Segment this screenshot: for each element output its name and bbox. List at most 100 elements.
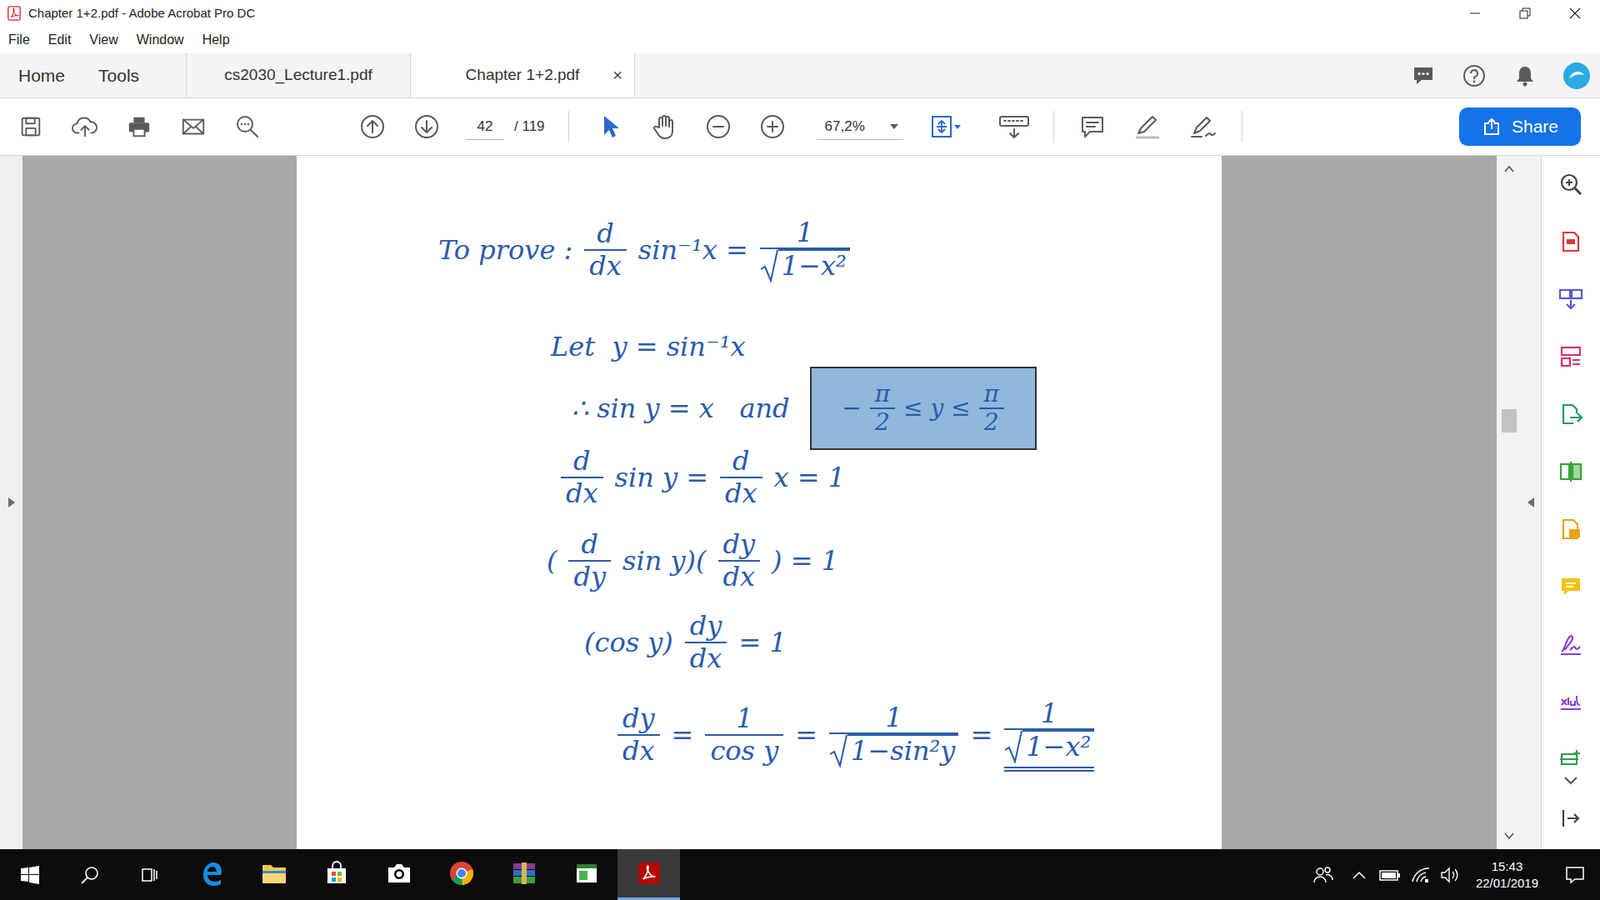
winrar-icon [510,859,539,888]
taskbar-app[interactable] [617,849,680,900]
document-tab[interactable]: Chapter 1+2.pdf× [410,53,635,98]
highlight-box[interactable]: −π2≤ y ≤π2 [810,366,1037,450]
dropdown-icon[interactable] [888,122,900,131]
windows-start-icon[interactable] [0,849,60,900]
search-icon[interactable] [60,849,120,900]
fraction: ddy [568,529,611,593]
menu-item[interactable]: View [89,30,118,50]
menu-item[interactable]: Help [202,30,230,50]
upload-icon[interactable] [70,112,100,141]
expand-icon[interactable] [6,495,17,510]
clock[interactable]: 15:4322/01/2019 [1464,858,1550,892]
save-icon[interactable] [16,112,45,141]
zoom-out-icon[interactable] [704,112,733,141]
comment-icon[interactable] [1557,573,1585,600]
fraction: ddx [720,445,763,510]
scroll-up-icon[interactable] [1503,159,1515,180]
wifi-icon[interactable] [1405,849,1436,900]
denominator-text: 2 [870,409,895,436]
taskbar: 15:4322/01/2019 [0,849,1600,900]
math-text: sin y = [615,462,710,494]
print-icon[interactable] [125,112,154,141]
zoom-icon[interactable] [1557,170,1585,197]
page-down-icon[interactable] [412,112,441,141]
fit-page-icon[interactable] [928,112,964,141]
chat-icon[interactable] [1409,61,1438,90]
page-up-icon[interactable] [358,112,387,141]
hand-tool-icon[interactable] [650,112,679,141]
nav-item[interactable]: Tools [98,62,140,90]
search-icon[interactable] [233,112,262,141]
math-text: = [795,720,818,751]
show-hidden-icon[interactable] [1344,849,1375,900]
denominator: dx [685,643,728,675]
math-text: sin y)( [622,545,706,577]
more-tools-icon[interactable] [1562,775,1580,787]
taskbar-app[interactable] [180,849,243,900]
document-tab[interactable]: cs2030_Lecture1.pdf [186,53,411,98]
combine-files-icon[interactable] [1557,285,1585,312]
menu-item[interactable]: File [8,30,30,50]
share-button[interactable]: Share [1459,107,1581,146]
send-for-signature-icon[interactable] [1557,688,1585,715]
help-icon[interactable] [1460,61,1489,90]
restore-icon[interactable] [1500,0,1550,27]
math-line: dydx=1cos y=11−sin²y=11−x² [617,701,1222,769]
denominator: 1−sin²y [829,734,959,768]
fraction: 1cos y [705,703,784,767]
menu-item[interactable]: Window [136,30,185,50]
task-view-icon[interactable] [120,849,180,900]
export-pdf-icon[interactable] [1557,400,1585,427]
taskbar-app[interactable] [367,849,430,900]
collapse-pane-icon[interactable] [1558,805,1584,831]
math-text: ≤ y ≤ [903,395,971,422]
bell-icon[interactable] [1510,61,1540,90]
scroll-down-icon[interactable] [1503,825,1515,846]
tab-close-button[interactable]: × [612,65,623,85]
radicand: 1−sin²y [847,734,959,768]
people-icon[interactable] [1302,849,1345,900]
taskbar-app[interactable] [555,849,618,900]
radical-icon [829,734,848,768]
left-pane-toggle[interactable] [0,155,23,850]
fraction: 11−sin²y [829,702,959,769]
math-text: ) = 1 [771,545,839,577]
taskbar-app[interactable] [305,849,368,900]
select-tool-icon[interactable] [595,112,625,141]
comment-icon[interactable] [1078,112,1107,141]
minimize-icon[interactable] [1450,0,1500,27]
scroll-mode-icon[interactable] [996,112,1032,141]
highlight-icon[interactable] [1132,112,1163,141]
compare-icon[interactable] [1557,458,1585,485]
notification-icon[interactable] [1550,849,1600,900]
avatar-icon[interactable] [1561,60,1592,91]
volume-icon[interactable] [1435,849,1465,900]
collapse-icon[interactable] [1525,495,1536,510]
organize-pages-icon[interactable] [1557,343,1585,370]
right-pane-toggle[interactable] [1520,155,1541,850]
scrollbar[interactable] [1496,155,1521,850]
fill-sign-icon[interactable] [1557,630,1585,657]
scroll-thumb[interactable] [1501,409,1517,433]
numerator: dy [718,529,761,560]
math-line: (ddysin y)(dydx) = 1 [546,527,1222,595]
battery-icon[interactable] [1374,849,1406,900]
pdf-page: To prove :ddxsin⁻¹x =11−x²Let y = sin⁻¹x… [296,155,1222,850]
edit-file-icon[interactable] [1557,515,1585,542]
close-icon[interactable] [1550,0,1600,27]
page-field[interactable]: 42 [465,113,505,140]
zoom-in-icon[interactable] [758,112,787,141]
taskbar-app[interactable] [430,849,493,900]
numerator: d [727,445,755,477]
sign-icon[interactable] [1188,112,1219,141]
zoom-field[interactable]: 67,2% [816,113,904,140]
scan-icon[interactable] [1557,745,1585,772]
menu-item[interactable]: Edit [48,30,72,50]
taskbar-app[interactable] [492,849,555,900]
document-viewer: To prove :ddxsin⁻¹x =11−x²Let y = sin⁻¹x… [22,155,1497,850]
mail-icon[interactable] [179,112,208,141]
nav-item[interactable]: Home [18,62,65,90]
chrome-icon [447,859,476,888]
create-pdf-icon[interactable] [1557,228,1585,255]
taskbar-app[interactable] [242,849,305,900]
